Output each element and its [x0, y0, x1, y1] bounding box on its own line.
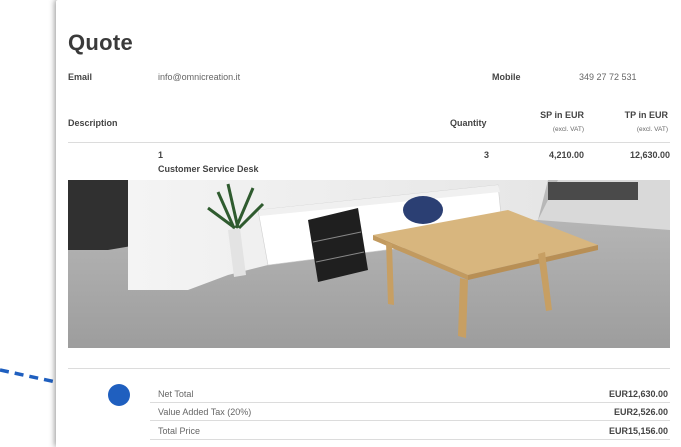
tp-header: TP in EUR (excl. VAT)	[586, 110, 668, 133]
email-label: Email	[68, 72, 93, 82]
tp-header-label: TP in EUR	[624, 110, 668, 120]
quantity-header: Quantity	[450, 118, 487, 128]
sp-header-label: SP in EUR	[540, 110, 584, 120]
email-value: info@omnicreation.it	[158, 72, 241, 82]
row-tp: 12,630.00	[629, 150, 670, 160]
net-total-value: EUR12,630.00	[608, 389, 668, 399]
vat-label: Value Added Tax (20%)	[158, 407, 252, 417]
row-sp: 4,210.00	[548, 150, 584, 160]
mobile-value: 349 27 72 531	[579, 72, 637, 82]
mobile-label: Mobile	[492, 72, 521, 82]
row-index: 1	[158, 150, 164, 160]
totals-row-divider-3	[150, 439, 670, 440]
highlight-dot[interactable]	[108, 384, 130, 406]
product-render-image	[68, 180, 670, 348]
header-divider	[68, 142, 670, 143]
tp-header-sub: (excl. VAT)	[636, 126, 668, 133]
page-title: Quote	[68, 30, 134, 55]
description-header: Description	[68, 118, 118, 128]
totals-divider	[68, 368, 670, 369]
net-total-label: Net Total	[158, 389, 194, 399]
sp-header-sub: (excl. VAT)	[552, 126, 584, 133]
total-price-value: EUR15,156.00	[608, 426, 668, 436]
totals-row-divider	[150, 402, 670, 403]
totals-row-divider-2	[150, 420, 670, 421]
row-name: Customer Service Desk	[158, 164, 259, 174]
sp-header: SP in EUR (excl. VAT)	[500, 110, 584, 133]
total-price-label: Total Price	[158, 426, 201, 436]
row-quantity: 3	[484, 150, 490, 160]
vat-value: EUR2,526.00	[613, 407, 668, 417]
